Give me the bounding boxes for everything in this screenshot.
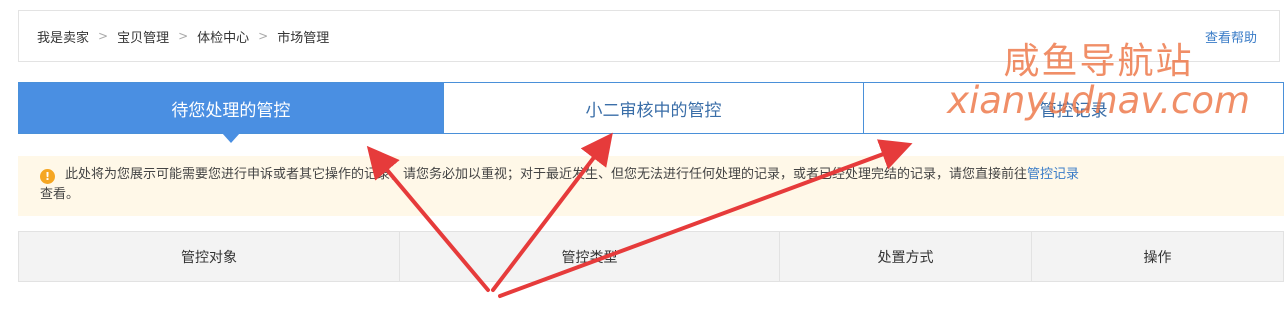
breadcrumb-separator: > <box>98 29 109 43</box>
notice-banner: ! 此处将为您展示可能需要您进行申诉或者其它操作的记录，请您务必加以重视；对于最近… <box>18 156 1284 216</box>
help-link[interactable]: 查看帮助 <box>1205 27 1257 46</box>
notice-text-after: 查看。 <box>40 187 80 202</box>
breadcrumb-item-market-management: 市场管理 <box>277 30 330 46</box>
breadcrumb-item-seller[interactable]: 我是卖家 <box>37 27 89 46</box>
watermark-url: xianyudnav.com <box>947 79 1250 122</box>
breadcrumb-separator: > <box>178 29 189 43</box>
tab-pending-controls[interactable]: 待您处理的管控 <box>19 83 444 143</box>
column-header-control-object: 管控对象 <box>19 232 400 281</box>
notice-text: 此处将为您展示可能需要您进行申诉或者其它操作的记录，请您务必加以重视；对于最近发… <box>65 167 1028 182</box>
watermark-title: 咸鱼导航站 <box>1003 41 1194 82</box>
breadcrumb-item-health-center[interactable]: 体检中心 <box>197 27 249 46</box>
control-records-link[interactable]: 管控记录 <box>1027 167 1079 182</box>
breadcrumb-item-item-management[interactable]: 宝贝管理 <box>117 27 169 46</box>
warning-icon: ! <box>40 169 55 184</box>
column-header-control-type: 管控类型 <box>400 232 780 281</box>
watermark: 咸鱼导航站 xianyudnav.com <box>947 41 1250 122</box>
table-header: 管控对象 管控类型 处置方式 操作 <box>18 231 1284 282</box>
breadcrumb-separator: > <box>258 29 269 43</box>
tab-under-review-controls[interactable]: 小二审核中的管控 <box>443 83 865 133</box>
column-header-operation: 操作 <box>1143 249 1172 266</box>
column-header-disposal-method: 处置方式 <box>780 232 1032 281</box>
